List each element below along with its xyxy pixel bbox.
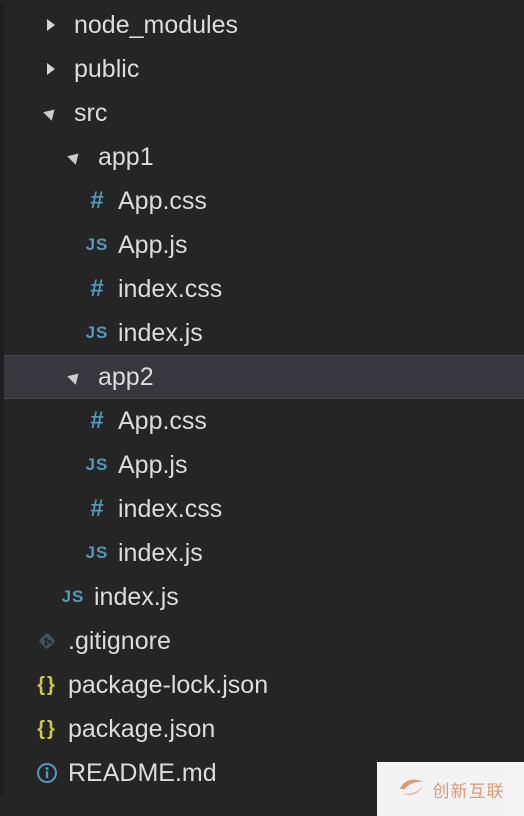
tree-item-label: .gitignore [68,626,171,655]
css-file-icon: # [90,495,104,522]
tree-item-app2[interactable]: app2 [4,355,524,399]
chevron-right-icon[interactable] [44,17,58,33]
tree-item-src[interactable]: src [4,91,524,135]
tree-item-src-index-js[interactable]: JS index.js [4,575,524,619]
tree-item-label: public [74,54,140,83]
chevron-down-icon[interactable] [67,369,83,385]
tree-item-label: app1 [98,142,154,171]
json-file-icon: {} [37,673,57,696]
tree-item-label: package.json [68,714,216,743]
js-file-icon: JS [61,587,85,606]
tree-item-label: node_modules [74,10,239,39]
js-file-icon: JS [85,235,109,254]
file-explorer-tree: node_modules public src app1 # App.css J… [0,3,524,795]
tree-item-label: package-lock.json [68,670,269,699]
info-file-icon [34,762,60,784]
css-file-icon: # [90,275,104,302]
json-file-icon: {} [37,717,57,740]
tree-item-app2-index-css[interactable]: # index.css [4,487,524,531]
tree-item-app1-app-js[interactable]: JS App.js [4,223,524,267]
watermark-logo: 创新互联 [377,762,524,816]
tree-item-label: README.md [68,758,217,787]
tree-item-label: App.js [118,450,188,479]
js-file-icon: JS [85,323,109,342]
tree-item-package-json[interactable]: {} package.json [4,707,524,751]
tree-item-label: app2 [98,362,154,391]
tree-item-app1-index-css[interactable]: # index.css [4,267,524,311]
tree-item-app2-app-css[interactable]: # App.css [4,399,524,443]
css-file-icon: # [90,187,104,214]
tree-item-app2-index-js[interactable]: JS index.js [4,531,524,575]
watermark-text: 创新互联 [432,781,505,802]
tree-item-label: App.css [118,406,207,435]
js-file-icon: JS [85,455,109,474]
css-file-icon: # [90,407,104,434]
logo-icon [397,775,427,804]
tree-item-app1-index-js[interactable]: JS index.js [4,311,524,355]
tree-item-app1-app-css[interactable]: # App.css [4,179,524,223]
tree-item-label: index.js [118,318,203,347]
tree-item-gitignore[interactable]: .gitignore [4,619,524,663]
tree-item-label: index.js [118,538,203,567]
tree-item-package-lock-json[interactable]: {} package-lock.json [4,663,524,707]
tree-item-label: App.js [118,230,188,259]
tree-item-app2-app-js[interactable]: JS App.js [4,443,524,487]
chevron-down-icon[interactable] [43,105,59,121]
tree-item-public[interactable]: public [4,47,524,91]
chevron-down-icon[interactable] [67,149,83,165]
js-file-icon: JS [85,543,109,562]
tree-item-label: index.css [118,274,223,303]
tree-item-app1[interactable]: app1 [4,135,524,179]
git-file-icon [34,631,60,651]
tree-item-label: App.css [118,186,207,215]
tree-item-label: index.js [94,582,179,611]
tree-item-node-modules[interactable]: node_modules [4,3,524,47]
tree-item-label: src [74,98,108,127]
tree-item-label: index.css [118,494,223,523]
chevron-right-icon[interactable] [44,61,58,77]
